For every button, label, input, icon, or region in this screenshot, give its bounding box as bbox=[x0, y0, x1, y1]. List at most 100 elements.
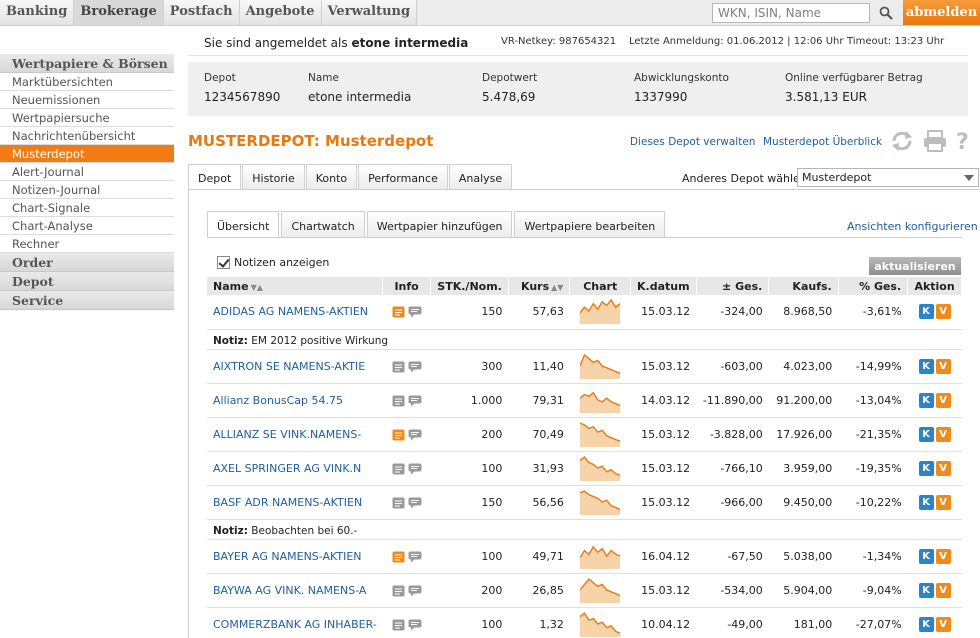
comment-bubble-icon[interactable] bbox=[408, 463, 422, 475]
buy-button[interactable]: K bbox=[918, 392, 934, 408]
topnav-tab-verwaltung[interactable]: Verwaltung bbox=[321, 0, 418, 25]
comment-bubble-icon[interactable] bbox=[408, 585, 422, 597]
sell-button[interactable]: V bbox=[935, 426, 951, 442]
comment-bubble-icon[interactable] bbox=[408, 619, 422, 631]
configure-views-link[interactable]: Ansichten konfigurieren bbox=[847, 220, 978, 233]
mini-chart[interactable] bbox=[579, 385, 621, 413]
mini-chart[interactable] bbox=[579, 541, 621, 569]
refresh-button[interactable]: aktualisieren bbox=[869, 257, 961, 275]
buy-button[interactable]: K bbox=[918, 548, 934, 564]
notes-document-icon[interactable] bbox=[392, 585, 405, 597]
comment-bubble-icon[interactable] bbox=[408, 429, 422, 441]
security-name-link[interactable]: AIXTRON SE NAMENS-AKTIE bbox=[207, 349, 383, 384]
comment-bubble-icon[interactable] bbox=[408, 395, 422, 407]
help-icon[interactable]: ? bbox=[954, 130, 972, 152]
sidebar-item[interactable]: Nachrichtenübersicht bbox=[0, 127, 174, 145]
sidebar-item[interactable]: Chart-Analyse bbox=[0, 217, 174, 235]
security-search-input[interactable] bbox=[712, 3, 870, 23]
buy-button[interactable]: K bbox=[918, 358, 934, 374]
refresh-arrows-icon[interactable] bbox=[889, 130, 915, 152]
sidebar-item[interactable]: Notizen-Journal bbox=[0, 181, 174, 199]
notes-document-icon[interactable] bbox=[392, 361, 405, 373]
show-notes-checkbox[interactable]: Notizen anzeigen bbox=[217, 256, 329, 269]
sidebar-item[interactable]: Alert-Journal bbox=[0, 163, 174, 181]
sidebar-section-service[interactable]: Service bbox=[0, 291, 174, 310]
sell-button[interactable]: V bbox=[935, 358, 951, 374]
sidebar-item[interactable]: Musterdepot bbox=[0, 145, 174, 163]
buy-button[interactable]: K bbox=[918, 426, 934, 442]
sidebar-item[interactable]: Neuemissionen bbox=[0, 91, 174, 109]
buy-button[interactable]: K bbox=[918, 494, 934, 510]
comment-bubble-icon[interactable] bbox=[408, 497, 422, 509]
buy-button[interactable]: K bbox=[918, 616, 934, 632]
logout-button[interactable]: abmelden bbox=[903, 0, 980, 25]
percent-change: -3,61% bbox=[838, 295, 908, 330]
col-header-name[interactable]: Name ▼▲ bbox=[207, 277, 384, 295]
security-name-link[interactable]: ADIDAS AG NAMENS-AKTIEN bbox=[207, 295, 383, 330]
topnav-tab-brokerage[interactable]: Brokerage bbox=[74, 0, 164, 25]
sell-button[interactable]: V bbox=[935, 304, 951, 320]
mini-chart[interactable] bbox=[579, 351, 621, 379]
sell-button[interactable]: V bbox=[935, 460, 951, 476]
sidebar-item[interactable]: Wertpapiersuche bbox=[0, 109, 174, 127]
subtab-0[interactable]: Übersicht bbox=[207, 211, 280, 238]
sell-button[interactable]: V bbox=[935, 582, 951, 598]
manage-depot-link[interactable]: Dieses Depot verwalten bbox=[630, 136, 755, 148]
tab-depot[interactable]: Depot bbox=[188, 164, 242, 190]
subtab-1[interactable]: Chartwatch bbox=[281, 211, 365, 237]
mini-chart[interactable] bbox=[579, 575, 621, 603]
sidebar-section-order[interactable]: Order bbox=[0, 253, 174, 272]
depot-select[interactable]: Musterdepot bbox=[797, 168, 979, 187]
notes-document-icon[interactable] bbox=[392, 463, 405, 475]
mini-chart[interactable] bbox=[579, 609, 621, 637]
comment-bubble-icon[interactable] bbox=[408, 306, 422, 318]
comment-bubble-icon[interactable] bbox=[408, 551, 422, 563]
security-name-link[interactable]: BASF ADR NAMENS-AKTIEN bbox=[207, 485, 383, 520]
security-name-link[interactable]: ALLIANZ SE VINK.NAMENS- bbox=[207, 417, 383, 452]
notes-document-icon[interactable] bbox=[392, 497, 405, 509]
security-name-link[interactable]: COMMERZBANK AG INHABER- bbox=[207, 607, 383, 638]
print-icon[interactable] bbox=[922, 130, 948, 152]
buy-button[interactable]: K bbox=[918, 460, 934, 476]
notes-document-icon[interactable] bbox=[392, 306, 405, 318]
comment-bubble-icon[interactable] bbox=[408, 361, 422, 373]
topnav-tab-postfach[interactable]: Postfach bbox=[163, 0, 240, 25]
tab-konto[interactable]: Konto bbox=[305, 164, 358, 189]
col-header-kurs[interactable]: Kurs ▲▼ bbox=[508, 277, 571, 295]
sell-button[interactable]: V bbox=[935, 616, 951, 632]
sell-button[interactable]: V bbox=[935, 548, 951, 564]
sidebar-item[interactable]: Rechner bbox=[0, 235, 174, 253]
search-button[interactable] bbox=[873, 3, 899, 23]
buy-button[interactable]: K bbox=[918, 582, 934, 598]
subtab-3[interactable]: Wertpapiere bearbeiten bbox=[514, 211, 666, 237]
security-name-link[interactable]: Allianz BonusCap 54.75 bbox=[207, 383, 383, 418]
notes-document-icon[interactable] bbox=[392, 429, 405, 441]
notes-document-icon[interactable] bbox=[392, 395, 405, 407]
sort-arrows-icon[interactable]: ▼▲ bbox=[251, 283, 263, 292]
buy-button[interactable]: K bbox=[918, 304, 934, 320]
topnav-tab-banking[interactable]: Banking bbox=[0, 0, 75, 25]
sell-button[interactable]: V bbox=[935, 494, 951, 510]
security-name-link[interactable]: BAYER AG NAMENS-AKTIEN bbox=[207, 539, 383, 574]
notes-document-icon[interactable] bbox=[392, 619, 405, 631]
sidebar-item[interactable]: Marktübersichten bbox=[0, 73, 174, 91]
tab-performance[interactable]: Performance bbox=[358, 164, 448, 189]
checkbox-checked-icon[interactable] bbox=[217, 256, 230, 269]
mini-chart[interactable] bbox=[579, 453, 621, 481]
tab-analyse[interactable]: Analyse bbox=[448, 164, 513, 189]
security-name-link[interactable]: AXEL SPRINGER AG VINK.N bbox=[207, 451, 383, 486]
mini-chart[interactable] bbox=[579, 296, 621, 325]
sidebar-item[interactable]: Chart-Signale bbox=[0, 199, 174, 217]
depot-overview-link[interactable]: Musterdepot Überblick bbox=[763, 136, 882, 148]
sidebar-section-depot[interactable]: Depot bbox=[0, 272, 174, 291]
sell-button[interactable]: V bbox=[935, 392, 951, 408]
mini-chart[interactable] bbox=[579, 487, 621, 515]
security-name-link[interactable]: BAYWA AG VINK. NAMENS-A bbox=[207, 573, 383, 608]
sidebar-section-title[interactable]: Wertpapiere & Börsen bbox=[0, 54, 174, 73]
sort-arrows-icon[interactable]: ▲▼ bbox=[551, 283, 563, 292]
topnav-tab-angebote[interactable]: Angebote bbox=[239, 0, 322, 25]
notes-document-icon[interactable] bbox=[392, 551, 405, 563]
mini-chart[interactable] bbox=[579, 419, 621, 447]
tab-historie[interactable]: Historie bbox=[242, 164, 305, 189]
subtab-2[interactable]: Wertpapier hinzufügen bbox=[366, 211, 513, 237]
